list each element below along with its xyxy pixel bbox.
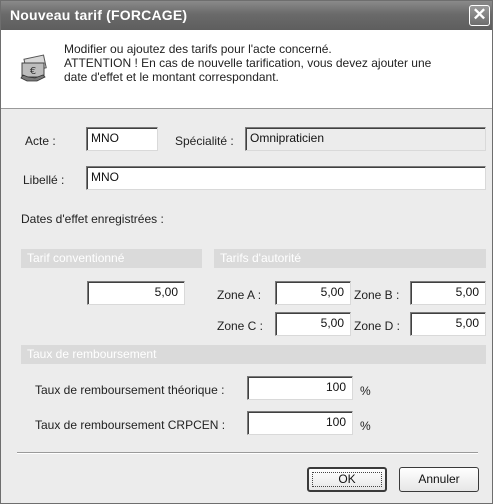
annuler-button-label: Annuler <box>418 472 460 486</box>
info-line-1: Modifier ou ajoutez des tarifs pour l'ac… <box>64 42 332 56</box>
tarif-conventionne-header: Tarif conventionné <box>21 249 202 268</box>
zone-b-label: Zone B : <box>354 288 400 302</box>
focus-rect <box>312 472 382 487</box>
specialite-label: Spécialité : <box>175 134 234 148</box>
specialite-field: Omnipraticien <box>245 127 486 151</box>
info-line-2: ATTENTION ! En cas de nouvelle tarificat… <box>64 56 432 70</box>
tarif-conventionne-input[interactable]: 5,00 <box>87 281 185 305</box>
zone-c-label: Zone C : <box>217 319 264 333</box>
libelle-label: Libellé : <box>23 173 65 187</box>
taux-theorique-label: Taux de remboursement théorique : <box>35 383 225 397</box>
acte-input[interactable]: MNO <box>86 127 158 151</box>
remboursement-header: Taux de remboursement <box>21 345 486 364</box>
dialog-window: Nouveau tarif (FORCAGE) ✕ € Modifier ou … <box>0 0 493 504</box>
zone-a-label: Zone A : <box>217 288 262 302</box>
info-separator <box>1 108 492 109</box>
button-separator <box>17 452 478 454</box>
annuler-button[interactable]: Annuler <box>399 467 479 492</box>
close-button[interactable]: ✕ <box>469 5 490 26</box>
zone-b-input[interactable]: 5,00 <box>410 281 486 305</box>
taux-theorique-unit: % <box>360 384 371 398</box>
zone-a-input[interactable]: 5,00 <box>275 281 351 305</box>
taux-crpcen-label: Taux de remboursement CRPCEN : <box>35 418 226 432</box>
title-bar[interactable]: Nouveau tarif (FORCAGE) ✕ <box>1 1 492 30</box>
tarifs-autorite-header: Tarifs d'autorité <box>214 249 486 268</box>
acte-label: Acte : <box>25 134 56 148</box>
svg-text:€: € <box>30 66 36 77</box>
close-icon: ✕ <box>472 5 487 24</box>
ok-button[interactable]: OK <box>307 467 387 492</box>
dates-effet-label: Dates d'effet enregistrées : <box>21 212 164 226</box>
zone-d-label: Zone D : <box>354 319 401 333</box>
zone-c-input[interactable]: 5,00 <box>275 312 351 336</box>
info-line-3: date d'effet et le montant correspondant… <box>64 70 279 84</box>
info-message: Modifier ou ajoutez des tarifs pour l'ac… <box>64 42 484 84</box>
taux-crpcen-input[interactable]: 100 <box>247 411 353 435</box>
window-title: Nouveau tarif (FORCAGE) <box>10 7 188 23</box>
zone-d-input[interactable]: 5,00 <box>410 312 486 336</box>
info-panel: € Modifier ou ajoutez des tarifs pour l'… <box>1 30 492 108</box>
taux-theorique-input[interactable]: 100 <box>247 376 353 400</box>
taux-crpcen-unit: % <box>360 419 371 433</box>
money-note-icon: € <box>20 54 47 82</box>
libelle-input[interactable]: MNO <box>86 166 486 190</box>
